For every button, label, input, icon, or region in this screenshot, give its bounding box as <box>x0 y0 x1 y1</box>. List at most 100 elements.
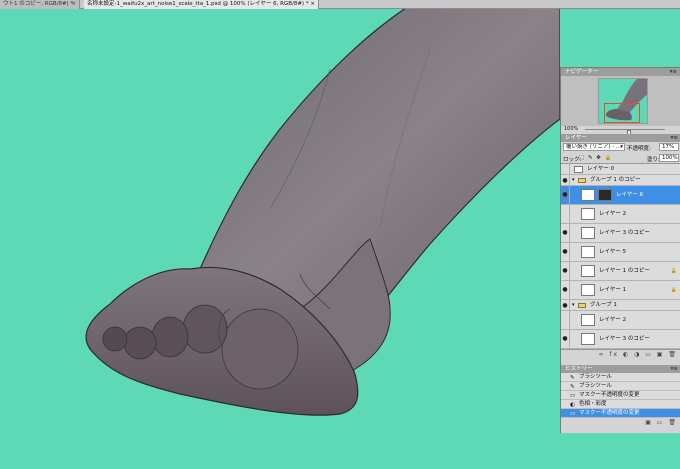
close-icon[interactable]: × <box>71 0 76 9</box>
navigator-thumbnail <box>598 78 648 124</box>
layer-name: レイヤー 1 <box>599 287 627 293</box>
brush-icon: ✎ <box>570 384 575 390</box>
history-title-label: ヒストリー <box>565 366 593 372</box>
layer-group-row[interactable]: ● ▾ グループ 1 のコピー <box>561 175 680 186</box>
history-item-label: ブラシツール <box>579 374 612 380</box>
panel-menu-icon[interactable]: ▾≡ <box>671 365 678 373</box>
eye-icon[interactable]: ● <box>561 175 570 185</box>
layer-thumbnail <box>581 333 595 345</box>
layer-name: レイヤー 2 <box>599 317 627 323</box>
navigator-zoom-value[interactable]: 100% <box>564 126 578 132</box>
disclosure-triangle-icon[interactable]: ▾ <box>572 175 575 186</box>
eye-icon[interactable]: ● <box>561 224 570 242</box>
layer-name: レイヤー 6 <box>616 192 644 198</box>
fill-label: 塗り: <box>647 157 660 163</box>
history-item-label: マスクー不透明度の変更 <box>579 410 640 416</box>
document-tab-1[interactable]: ウト1 のコピー, RGB/8#) * × <box>0 0 80 9</box>
layer-thumbnail <box>581 284 595 296</box>
history-item-label: ブラシツール <box>579 383 612 389</box>
eye-icon[interactable]: ● <box>561 243 570 261</box>
eye-icon[interactable]: ● <box>561 281 570 299</box>
opacity-label: 不透明度: <box>627 146 651 152</box>
opacity-input[interactable]: 17% <box>659 143 679 151</box>
zoom-slider[interactable] <box>585 129 665 135</box>
eye-icon[interactable]: ● <box>561 186 570 204</box>
history-item[interactable]: ▭ マスクー不透明度の変更 <box>561 391 680 400</box>
fill-input[interactable]: 100% <box>659 154 679 162</box>
layer-thumbnail <box>581 208 595 220</box>
layer-thumbnail <box>574 166 583 173</box>
eye-icon[interactable]: ● <box>561 330 570 348</box>
brush-icon: ✎ <box>570 375 575 381</box>
panel-dock: ナビゲーター ▾≡ 100% レイヤー ▾≡ 覆い焼き (リニア) - ... … <box>560 67 680 433</box>
layer-thumbnail <box>581 314 595 326</box>
folder-icon <box>578 178 586 183</box>
layer-row[interactable]: ● レイヤー 5 <box>561 243 680 262</box>
layer-name: グループ 1 <box>590 302 617 308</box>
layer-row[interactable]: ● レイヤー 3 のコピー <box>561 330 680 349</box>
layer-mask-thumbnail[interactable] <box>598 189 612 201</box>
lock-options-icons[interactable]: ⬚ ✎ ✥ 🔒 <box>579 155 613 161</box>
layer-thumbnail <box>581 246 595 258</box>
layer-name: レイヤー 0 <box>587 166 615 172</box>
layer-name: レイヤー 3 のコピー <box>599 230 650 236</box>
disclosure-triangle-icon[interactable]: ▾ <box>572 300 575 311</box>
history-item-selected[interactable]: ▭ マスクー不透明度の変更 <box>561 409 680 418</box>
layer-name: レイヤー 1 のコピー <box>599 268 650 274</box>
chevron-down-icon: ▾ <box>620 144 623 150</box>
history-item-label: 色相・彩度 <box>579 401 607 407</box>
layer-name: レイヤー 2 <box>599 211 627 217</box>
layer-row[interactable]: ● レイヤー 1 のコピー 🔒 <box>561 262 680 281</box>
navigator-preview[interactable] <box>561 76 680 126</box>
history-item-label: マスクー不透明度の変更 <box>579 392 640 398</box>
history-footer-toolbar[interactable]: ▣ ▭ 🗑 <box>561 418 680 427</box>
visibility-toggle[interactable] <box>561 164 570 174</box>
layers-panel-title[interactable]: レイヤー ▾≡ <box>561 134 680 142</box>
eye-icon[interactable]: ● <box>561 300 570 310</box>
layers-footer-toolbar[interactable]: ∞ fx ◐ ◑ ▭ ▣ 🗑 <box>561 349 680 358</box>
layer-blend-row: 覆い焼き (リニア) - ... ▾ 不透明度: 17% <box>561 142 680 153</box>
navigator-view-box[interactable] <box>604 103 640 123</box>
layer-row[interactable]: レイヤー 0 <box>561 164 680 175</box>
folder-icon <box>578 303 586 308</box>
visibility-toggle[interactable] <box>561 311 570 329</box>
lock-icon: 🔒 <box>670 268 677 274</box>
navigator-zoom-bar: 100% <box>561 126 680 135</box>
layer-name: レイヤー 3 のコピー <box>599 336 650 342</box>
layer-thumbnail <box>581 189 595 201</box>
navigator-panel-title[interactable]: ナビゲーター ▾≡ <box>561 68 680 76</box>
layer-row-selected[interactable]: ● レイヤー 6 <box>561 186 680 205</box>
layer-row[interactable]: レイヤー 2 <box>561 311 680 330</box>
mask-icon: ▭ <box>570 393 576 399</box>
close-icon[interactable]: × <box>310 0 315 9</box>
layer-group-row[interactable]: ● ▾ グループ 1 <box>561 300 680 311</box>
history-item[interactable]: ✎ ブラシツール <box>561 382 680 391</box>
document-tab-1-label: ウト1 のコピー, RGB/8#) * <box>3 1 74 7</box>
lock-icon: 🔒 <box>670 287 677 293</box>
layers-panel: レイヤー ▾≡ 覆い焼き (リニア) - ... ▾ 不透明度: 17% ロック… <box>561 134 680 358</box>
navigator-title-label: ナビゲーター <box>565 69 599 75</box>
history-item[interactable]: ◐ 色相・彩度 <box>561 400 680 409</box>
layer-name: グループ 1 のコピー <box>590 177 641 183</box>
document-tab-bar: ウト1 のコピー, RGB/8#) * × 名称未設定-1_waifu2x_ar… <box>0 0 680 9</box>
layers-title-label: レイヤー <box>565 135 587 141</box>
panel-menu-icon[interactable]: ▾≡ <box>670 68 677 76</box>
adjustment-icon: ◐ <box>570 402 575 408</box>
layers-footer-icons[interactable]: ∞ fx ◐ ◑ ▭ ▣ 🗑 <box>598 351 678 358</box>
document-canvas[interactable] <box>0 9 560 469</box>
eye-icon[interactable]: ● <box>561 262 570 280</box>
layer-thumbnail <box>581 227 595 239</box>
visibility-toggle[interactable] <box>561 205 570 223</box>
blend-mode-value: 覆い焼き (リニア) - ... <box>566 144 622 150</box>
history-footer-icons[interactable]: ▣ ▭ 🗑 <box>645 419 678 426</box>
panel-menu-icon[interactable]: ▾≡ <box>671 134 678 142</box>
layer-row[interactable]: レイヤー 2 <box>561 205 680 224</box>
history-panel-title[interactable]: ヒストリー ▾≡ <box>561 365 680 373</box>
artwork-foot-illustration <box>85 9 560 416</box>
layer-row[interactable]: ● レイヤー 1 🔒 <box>561 281 680 300</box>
blend-mode-select[interactable]: 覆い焼き (リニア) - ... ▾ <box>563 143 625 151</box>
history-item[interactable]: ✎ ブラシツール <box>561 373 680 382</box>
layer-row[interactable]: ● レイヤー 3 のコピー <box>561 224 680 243</box>
layer-list: レイヤー 0 ● ▾ グループ 1 のコピー ● レイヤー 6 レイヤー 2 ● <box>561 164 680 349</box>
document-tab-2[interactable]: 名称未設定-1_waifu2x_art_noise1_scale_tta_1.p… <box>84 0 319 9</box>
